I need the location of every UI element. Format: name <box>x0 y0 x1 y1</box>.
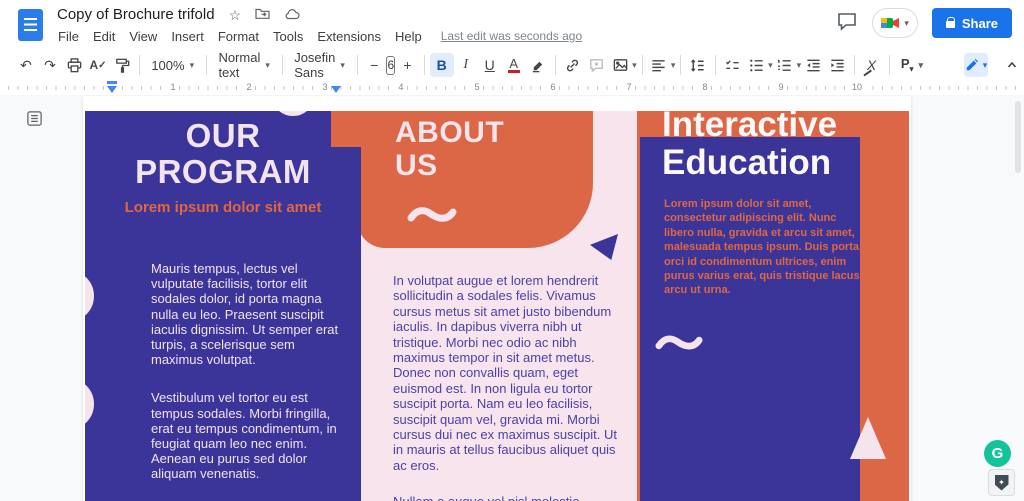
menu-insert[interactable]: Insert <box>164 29 211 44</box>
panel-body-text: Lorem ipsum dolor sit amet, consectetur … <box>664 197 865 298</box>
italic-button[interactable]: I <box>454 53 478 77</box>
panel-body-text: Mauris tempus, lectus vel vulputate faci… <box>151 261 349 501</box>
brochure-panel-about-us: ABOUT US In volutpat augue et lorem hend… <box>361 111 637 501</box>
insert-link-button[interactable] <box>560 53 584 77</box>
first-line-indent-marker[interactable] <box>107 81 117 84</box>
paragraph: In volutpat augue et lorem hendrerit sol… <box>393 273 617 473</box>
assistant-widget-button[interactable]: ✦ <box>988 469 1015 496</box>
lock-icon <box>946 21 955 28</box>
indent-marker[interactable] <box>331 86 341 93</box>
title-bar: Copy of Brochure trifold ☆ File Edit Vie… <box>0 0 1024 50</box>
bold-button[interactable]: B <box>430 53 454 77</box>
document-title[interactable]: Copy of Brochure trifold <box>57 6 215 23</box>
meet-camera-icon <box>879 15 901 31</box>
squiggle-decoration <box>407 205 457 225</box>
underline-button[interactable]: U <box>478 53 502 77</box>
checklist-button[interactable] <box>720 53 744 77</box>
cloud-saved-icon[interactable] <box>284 7 300 23</box>
vertical-scrollbar[interactable] <box>1015 101 1021 173</box>
panel-body-text: In volutpat augue et lorem hendrerit sol… <box>393 273 617 501</box>
paragraph: Mauris tempus, lectus vel vulputate faci… <box>151 261 349 367</box>
star-icon[interactable]: ☆ <box>229 7 242 23</box>
paint-format-button[interactable] <box>110 53 134 77</box>
brochure-trifold: OUR PROGRAM Lorem ipsum dolor sit amet M… <box>85 111 909 501</box>
numbered-list-button[interactable] <box>773 53 797 77</box>
paragraph: Lorem ipsum dolor sit amet, consectetur … <box>664 197 865 298</box>
toolbar: ↶ ↷ A✓ 100%▾ Normal text▾ Josefin Sans▾ … <box>0 50 1024 80</box>
line-spacing-button[interactable] <box>686 53 710 77</box>
panel-title: ABOUT US <box>395 116 504 182</box>
panel-title: OUR PROGRAM <box>85 118 361 190</box>
editing-mode-button[interactable]: ▾ <box>964 53 988 77</box>
text-color-button[interactable]: A <box>502 53 526 77</box>
menu-extensions[interactable]: Extensions <box>310 29 388 44</box>
decrease-font-size-button[interactable]: − <box>362 53 386 77</box>
brochure-panel-interactive-education: Interactive Education Lorem ipsum dolor … <box>637 111 909 501</box>
menu-format[interactable]: Format <box>211 29 266 44</box>
brochure-panel-our-program: OUR PROGRAM Lorem ipsum dolor sit amet M… <box>85 111 361 501</box>
left-indent-marker[interactable] <box>107 86 117 93</box>
share-button[interactable]: Share <box>932 8 1012 38</box>
ring-decoration <box>85 270 94 322</box>
bulleted-list-button[interactable] <box>744 53 768 77</box>
menu-help[interactable]: Help <box>388 29 429 44</box>
pencil-icon <box>965 58 979 72</box>
panel-subtitle: Lorem ipsum dolor sit amet <box>85 199 361 216</box>
ruler-ticks <box>8 86 1016 90</box>
print-button[interactable] <box>62 53 86 77</box>
document-page[interactable]: OUR PROGRAM Lorem ipsum dolor sit amet M… <box>83 96 911 501</box>
menu-edit[interactable]: Edit <box>86 29 122 44</box>
assistant-badge-icon: ✦ <box>995 475 1009 491</box>
highlight-color-button[interactable] <box>526 53 550 77</box>
corner-ring-shape <box>271 111 315 116</box>
redo-button[interactable]: ↷ <box>38 53 62 77</box>
align-button[interactable] <box>647 53 671 77</box>
undo-button[interactable]: ↶ <box>14 53 38 77</box>
open-comments-icon[interactable] <box>836 11 858 36</box>
menu-tools[interactable]: Tools <box>266 29 310 44</box>
zoom-select[interactable]: 100%▾ <box>144 53 201 77</box>
meet-call-button[interactable]: ▾ <box>872 8 918 38</box>
triangle-decoration <box>850 417 886 459</box>
hide-menus-button[interactable] <box>1000 53 1024 77</box>
triangle-decoration <box>590 234 618 260</box>
chevron-down-icon: ▾ <box>265 60 270 71</box>
show-outline-button[interactable] <box>26 110 43 132</box>
chevron-down-icon: ▾ <box>919 60 924 71</box>
chevron-down-icon[interactable]: ▾ <box>632 60 637 71</box>
panel-title: Interactive Education <box>662 111 837 182</box>
font-size-input[interactable]: 6 <box>386 56 395 75</box>
paragraph-tool-button[interactable]: P▾ ▾ <box>894 53 930 77</box>
chevron-down-icon: ▾ <box>340 60 345 71</box>
squiggle-decoration <box>655 333 703 353</box>
decrease-indent-button[interactable] <box>801 53 825 77</box>
paragraph-style-select[interactable]: Normal text▾ <box>211 53 276 77</box>
clear-formatting-button[interactable]: X <box>860 53 884 77</box>
add-comment-button[interactable] <box>584 53 608 77</box>
chevron-down-icon: ▾ <box>190 60 195 71</box>
font-family-select[interactable]: Josefin Sans▾ <box>287 53 352 77</box>
chevron-down-icon[interactable]: ▾ <box>768 60 773 71</box>
paragraph: Vestibulum vel tortor eu est tempus soda… <box>151 390 349 481</box>
google-docs-logo-icon[interactable] <box>18 9 43 41</box>
chevron-down-icon: ▾ <box>904 18 909 29</box>
last-edit-status[interactable]: Last edit was seconds ago <box>441 29 582 43</box>
move-folder-icon[interactable] <box>255 7 270 23</box>
horizontal-ruler[interactable]: 1 2 3 4 5 6 7 8 9 10 <box>0 80 1024 95</box>
menu-view[interactable]: View <box>122 29 164 44</box>
insert-image-button[interactable] <box>608 53 632 77</box>
menu-bar: File Edit View Insert Format Tools Exten… <box>51 27 582 45</box>
document-canvas: OUR PROGRAM Lorem ipsum dolor sit amet M… <box>0 95 1024 501</box>
ring-decoration <box>85 378 94 430</box>
blue-rect-shape <box>640 137 860 501</box>
paragraph: Nullam a augue vel nisl molestie feugiat… <box>393 494 617 501</box>
menu-file[interactable]: File <box>51 29 86 44</box>
spell-check-button[interactable]: A✓ <box>86 53 110 77</box>
grammarly-button[interactable]: G <box>984 440 1011 467</box>
increase-font-size-button[interactable]: + <box>395 53 419 77</box>
increase-indent-button[interactable] <box>825 53 849 77</box>
chevron-down-icon: ▾ <box>983 60 988 71</box>
chevron-down-icon[interactable]: ▾ <box>671 60 676 71</box>
